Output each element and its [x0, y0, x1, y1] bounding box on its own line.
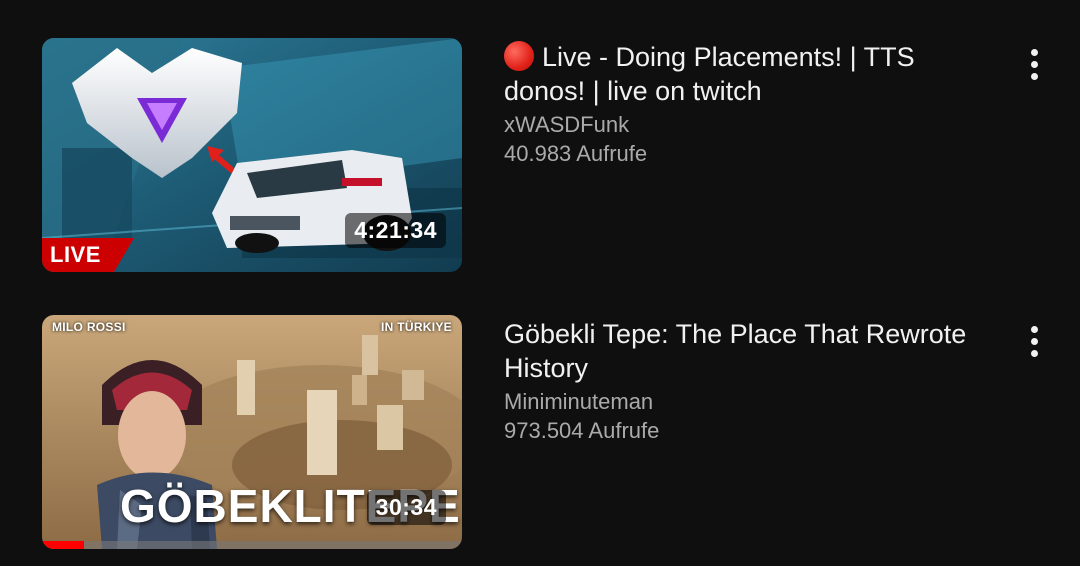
video-thumbnail[interactable]: 4:21:34 LIVE — [42, 38, 462, 272]
watch-progress-fill — [42, 541, 84, 549]
more-options-icon[interactable] — [1020, 321, 1050, 361]
video-item[interactable]: MILO ROSSI IN TÜRKIYE GÖBEKLITEPE 30:34 … — [0, 315, 1080, 555]
video-meta: Live - Doing Placements! | TTS donos! | … — [504, 40, 994, 168]
video-title-text: Live - Doing Placements! | TTS donos! | … — [504, 42, 915, 106]
more-options-icon[interactable] — [1020, 44, 1050, 84]
channel-name[interactable]: xWASDFunk — [504, 110, 994, 139]
channel-name[interactable]: Miniminuteman — [504, 387, 994, 416]
red-circle-icon — [504, 41, 534, 71]
live-badge: LIVE — [42, 238, 134, 272]
view-count: 40.983 Aufrufe — [504, 141, 648, 166]
view-count: 973.504 Aufrufe — [504, 418, 660, 443]
live-badge-label: LIVE — [50, 242, 101, 267]
video-title[interactable]: Göbekli Tepe: The Place That Rewrote His… — [504, 317, 994, 385]
video-meta: Göbekli Tepe: The Place That Rewrote His… — [504, 317, 994, 445]
thumbnail-caption-right: IN TÜRKIYE — [380, 320, 452, 334]
video-item[interactable]: 4:21:34 LIVE Live - Doing Placements! | … — [0, 38, 1080, 278]
video-duration: 30:34 — [366, 490, 446, 525]
video-duration: 4:21:34 — [345, 213, 446, 248]
video-thumbnail[interactable]: MILO ROSSI IN TÜRKIYE GÖBEKLITEPE 30:34 — [42, 315, 462, 549]
watch-progress-bar — [42, 541, 462, 549]
thumbnail-caption-left: MILO ROSSI — [52, 320, 126, 334]
video-feed: 4:21:34 LIVE Live - Doing Placements! | … — [0, 0, 1080, 566]
video-title[interactable]: Live - Doing Placements! | TTS donos! | … — [504, 40, 994, 108]
